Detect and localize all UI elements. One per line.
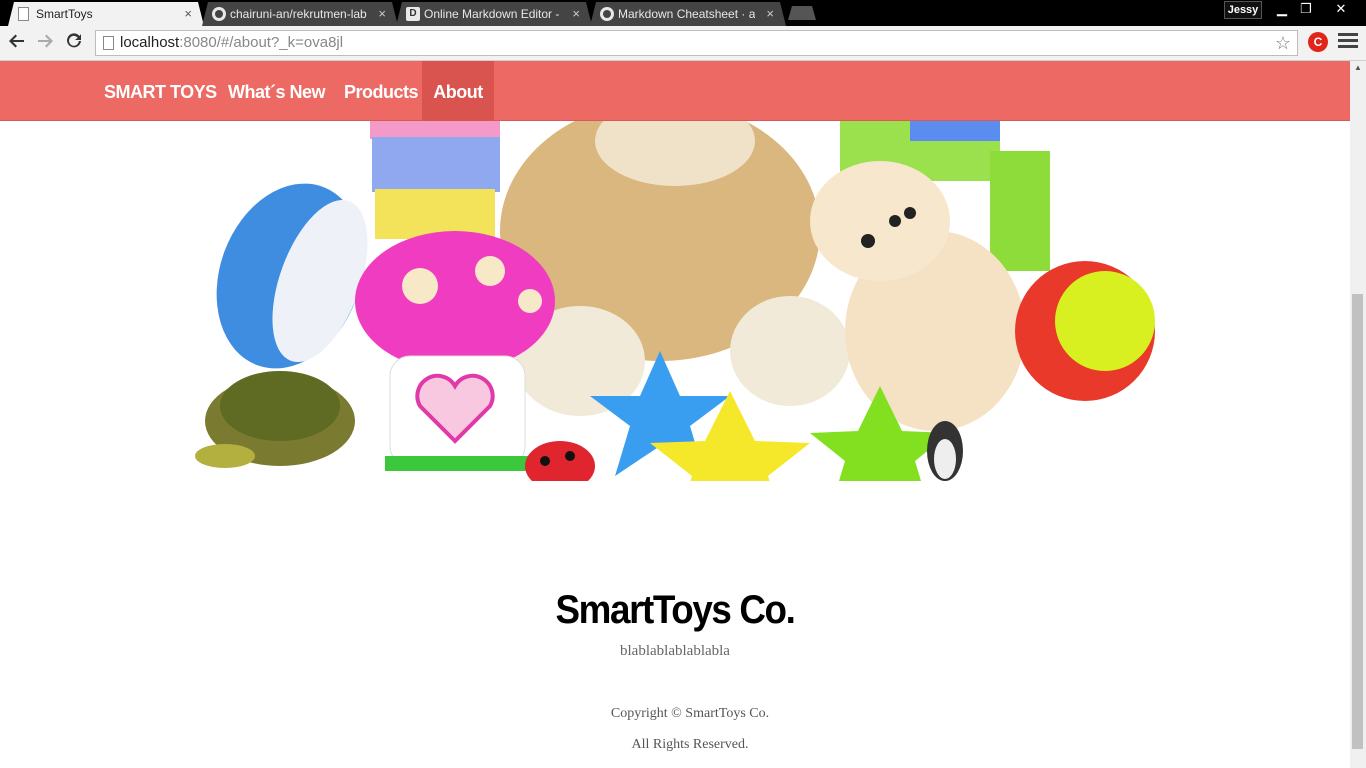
nav-item-about[interactable]: About — [422, 61, 494, 121]
tab-close-icon[interactable]: × — [572, 2, 580, 26]
footer-copyright: Copyright © SmartToys Co. — [610, 706, 770, 721]
forward-arrow-icon[interactable] — [34, 32, 56, 54]
nav-item-whats-new[interactable]: What´s New — [213, 61, 340, 121]
address-bar[interactable]: localhost:8080/#/about?_k=ova8jl ☆ — [95, 30, 1298, 56]
github-icon — [212, 7, 226, 21]
tab-markdown-editor[interactable]: D Online Markdown Editor - × — [396, 2, 592, 26]
maximize-icon[interactable]: ❐ — [1294, 0, 1318, 18]
new-tab-button[interactable] — [788, 6, 816, 20]
hero-toys-image — [195, 121, 1155, 481]
tab-title: Markdown Cheatsheet · a — [618, 7, 756, 21]
tab-title: SmartToys — [36, 7, 93, 21]
url-host: localhost — [120, 34, 180, 51]
page-scrollbar[interactable]: ▲ — [1350, 61, 1366, 768]
tab-close-icon[interactable]: × — [184, 2, 192, 26]
scrollbar-thumb[interactable] — [1352, 294, 1363, 749]
company-title: SmartToys Co. — [555, 588, 795, 632]
minimize-icon[interactable]: ▁ — [1270, 0, 1294, 18]
close-window-icon[interactable]: ✕ — [1318, 0, 1364, 18]
tab-title: Online Markdown Editor - — [424, 7, 560, 21]
tab-github-rekrutmen[interactable]: chairuni-an/rekrutmen-lab × — [202, 2, 398, 26]
browser-tab-strip: SmartToys × chairuni-an/rekrutmen-lab × … — [0, 0, 1366, 26]
tab-close-icon[interactable]: × — [378, 2, 386, 26]
tab-markdown-cheatsheet[interactable]: Markdown Cheatsheet · a × — [590, 2, 786, 26]
bookmark-star-icon[interactable]: ☆ — [1275, 31, 1291, 55]
brand-link[interactable]: SMART TOYS — [89, 61, 232, 121]
url-path: :8080/#/about?_k=ova8jl — [179, 34, 344, 51]
hamburger-menu-icon[interactable] — [1338, 33, 1358, 51]
dillinger-icon: D — [406, 7, 420, 21]
browser-toolbar: localhost:8080/#/about?_k=ova8jl ☆ C — [0, 26, 1366, 61]
extension-icon[interactable]: C — [1308, 32, 1328, 52]
footer-rights: All Rights Reserved. — [631, 737, 749, 752]
site-navbar: SMART TOYS What´s New Products About — [0, 61, 1350, 121]
page-icon — [103, 36, 114, 50]
tab-title: chairuni-an/rekrutmen-lab — [230, 7, 367, 21]
profile-badge[interactable]: Jessy — [1224, 1, 1262, 19]
company-tagline: blablablablablabla — [620, 643, 730, 659]
reload-icon[interactable] — [63, 32, 85, 54]
tab-close-icon[interactable]: × — [766, 2, 774, 26]
page-icon — [18, 7, 29, 21]
nav-item-products[interactable]: Products — [329, 61, 433, 121]
tab-smarttoys[interactable]: SmartToys × — [8, 2, 204, 26]
back-arrow-icon[interactable] — [6, 32, 28, 54]
page-viewport: SMART TOYS What´s New Products About Sma… — [0, 61, 1350, 768]
scroll-up-arrow-icon[interactable]: ▲ — [1350, 61, 1366, 75]
github-icon — [600, 7, 614, 21]
